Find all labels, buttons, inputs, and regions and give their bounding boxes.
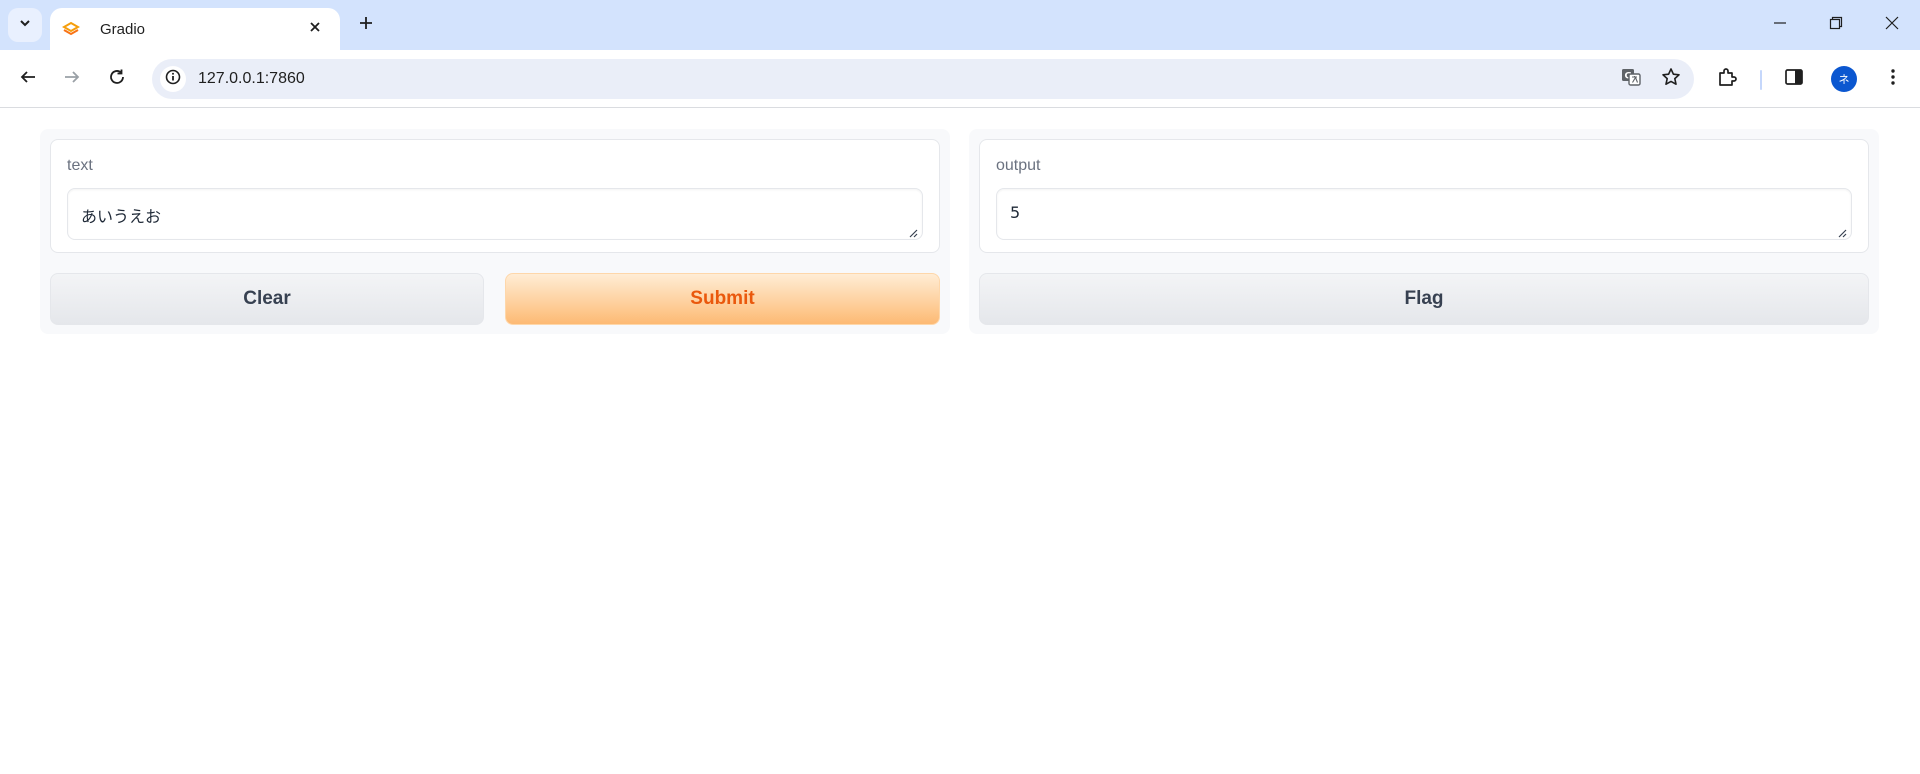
tab-strip: Gradio bbox=[0, 0, 1920, 50]
resize-handle-icon[interactable] bbox=[908, 225, 918, 238]
close-icon bbox=[309, 20, 321, 38]
info-icon bbox=[165, 69, 181, 90]
forward-arrow-icon bbox=[63, 68, 81, 91]
output-value: 5 bbox=[1010, 203, 1021, 222]
restore-button[interactable] bbox=[1808, 0, 1864, 50]
resize-handle-icon[interactable] bbox=[1837, 225, 1847, 238]
minimize-icon bbox=[1773, 16, 1787, 35]
input-label: text bbox=[67, 157, 93, 174]
new-tab-button[interactable] bbox=[352, 11, 380, 39]
site-info-button[interactable] bbox=[160, 66, 186, 92]
window-controls bbox=[1752, 0, 1920, 50]
clear-button[interactable]: Clear bbox=[50, 273, 484, 325]
browser-menu-button[interactable] bbox=[1877, 63, 1909, 95]
output-panel: output 5 Flag bbox=[969, 129, 1879, 334]
input-panel: text あいうえお Clear Submit bbox=[40, 129, 950, 334]
restore-icon bbox=[1829, 16, 1843, 35]
toolbar-divider bbox=[1760, 70, 1762, 90]
profile-avatar[interactable]: ネ bbox=[1831, 66, 1857, 92]
puzzle-icon bbox=[1716, 66, 1738, 93]
side-panel-button[interactable] bbox=[1778, 63, 1810, 95]
forward-button[interactable] bbox=[56, 63, 88, 95]
reload-icon bbox=[108, 68, 126, 91]
output-textbox[interactable]: 5 bbox=[996, 188, 1852, 240]
tab-title: Gradio bbox=[100, 20, 146, 38]
tab-close-button[interactable] bbox=[304, 18, 326, 40]
url-text: 127.0.0.1:7860 bbox=[198, 70, 305, 87]
close-icon bbox=[1885, 16, 1899, 35]
address-bar[interactable]: 127.0.0.1:7860 G bbox=[152, 59, 1694, 99]
translate-icon: G bbox=[1620, 66, 1642, 93]
back-button[interactable] bbox=[12, 63, 44, 95]
text-input-value: あいうえお bbox=[81, 207, 162, 226]
submit-button[interactable]: Submit bbox=[505, 273, 940, 325]
output-label: output bbox=[996, 157, 1041, 174]
input-textbox-block: text あいうえお bbox=[50, 139, 940, 253]
flag-button[interactable]: Flag bbox=[979, 273, 1869, 325]
back-arrow-icon bbox=[19, 68, 37, 91]
extensions-button[interactable] bbox=[1711, 63, 1743, 95]
plus-icon bbox=[358, 15, 374, 36]
translate-button[interactable]: G bbox=[1614, 62, 1648, 96]
tab-search-button[interactable] bbox=[8, 8, 42, 42]
kebab-menu-icon bbox=[1890, 67, 1896, 92]
browser-toolbar: 127.0.0.1:7860 G bbox=[0, 50, 1920, 108]
gradio-logo-icon bbox=[62, 20, 80, 38]
output-textbox-block: output 5 bbox=[979, 139, 1869, 253]
minimize-button[interactable] bbox=[1752, 0, 1808, 50]
star-icon bbox=[1661, 67, 1681, 92]
window-close-button[interactable] bbox=[1864, 0, 1920, 50]
browser-tab[interactable]: Gradio bbox=[50, 8, 340, 50]
side-panel-icon bbox=[1784, 67, 1804, 92]
reload-button[interactable] bbox=[101, 63, 133, 95]
chevron-down-icon bbox=[18, 16, 32, 35]
text-input[interactable]: あいうえお bbox=[67, 188, 923, 240]
bookmark-button[interactable] bbox=[1654, 62, 1688, 96]
